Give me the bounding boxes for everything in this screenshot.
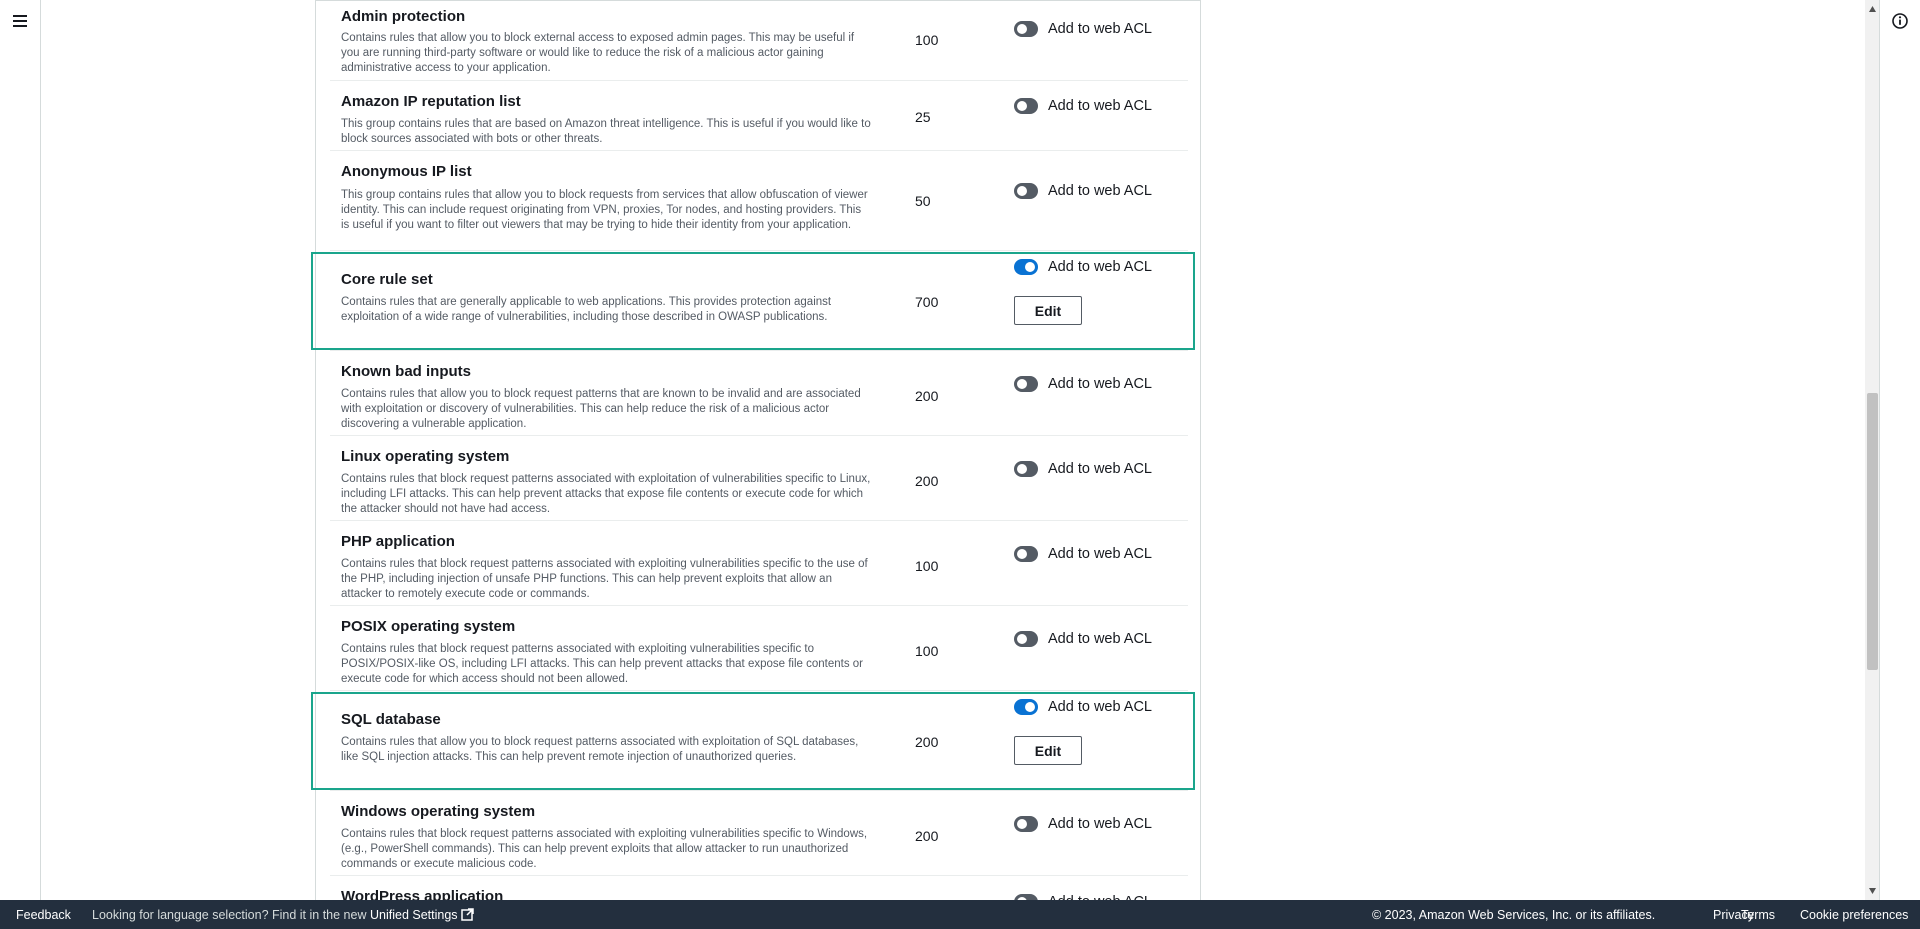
toggle-label: Add to web ACL xyxy=(1048,21,1152,37)
feedback-link[interactable]: Feedback xyxy=(16,908,71,922)
rule-group-title: Core rule set xyxy=(341,271,433,288)
toggle-label: Add to web ACL xyxy=(1048,183,1152,199)
toggle-label: Add to web ACL xyxy=(1048,546,1152,562)
rule-group-capacity: 100 xyxy=(915,558,939,574)
rule-group-description: Contains rules that block request patter… xyxy=(341,473,871,515)
add-to-web-acl-toggle[interactable]: Add to web ACL xyxy=(1014,461,1152,477)
rule-group-title: Known bad inputs xyxy=(341,363,471,380)
main-content: Admin protection Contains rules that all… xyxy=(41,0,1865,901)
rule-group-description: Contains rules that block request patter… xyxy=(341,828,868,870)
rule-group-row: Admin protection Contains rules that all… xyxy=(330,1,1188,81)
toggle-switch[interactable] xyxy=(1014,699,1038,715)
cookie-preferences-link[interactable]: Cookie preferences xyxy=(1800,908,1908,922)
rule-group-description: This group contains rules that are based… xyxy=(341,118,871,145)
toggle-label: Add to web ACL xyxy=(1048,259,1152,275)
rule-group-row: Amazon IP reputation list This group con… xyxy=(330,81,1188,151)
toggle-switch[interactable] xyxy=(1014,183,1038,199)
rule-group-title: PHP application xyxy=(341,533,455,550)
scrollbar-thumb[interactable] xyxy=(1867,393,1878,670)
external-link-icon xyxy=(460,908,474,921)
scroll-down-icon[interactable] xyxy=(1868,886,1877,895)
rule-group-capacity: 50 xyxy=(915,193,931,209)
rule-group-row: PHP application Contains rules that bloc… xyxy=(330,521,1188,606)
add-to-web-acl-toggle[interactable]: Add to web ACL xyxy=(1014,259,1152,275)
rule-group-row: Core rule set Contains rules that are ge… xyxy=(330,251,1188,351)
rule-group-description: This group contains rules that allow you… xyxy=(341,189,868,231)
rule-group-description: Contains rules that are generally applic… xyxy=(341,296,832,323)
rule-group-capacity: 200 xyxy=(915,734,939,750)
toggle-switch[interactable] xyxy=(1014,546,1038,562)
rule-group-description: Contains rules that allow you to block r… xyxy=(341,388,861,430)
left-navigation xyxy=(0,0,41,900)
edit-button[interactable]: Edit xyxy=(1014,296,1082,325)
toggle-switch[interactable] xyxy=(1014,259,1038,275)
info-icon[interactable] xyxy=(1891,12,1909,30)
rule-group-title: Windows operating system xyxy=(341,803,536,820)
unified-settings-label: Unified Settings xyxy=(369,908,458,922)
rule-group-description: Contains rules that block request patter… xyxy=(341,558,868,600)
toggle-switch[interactable] xyxy=(1014,98,1038,114)
rule-group-description: Contains rules that allow you to block r… xyxy=(341,736,859,763)
rule-group-row: POSIX operating system Contains rules th… xyxy=(330,606,1188,691)
terms-link[interactable]: Terms xyxy=(1741,908,1775,922)
console-footer: Feedback Looking for language selection?… xyxy=(0,900,1920,929)
toggle-switch[interactable] xyxy=(1014,816,1038,832)
rule-group-row: WordPress application Add to web ACL xyxy=(330,876,1188,901)
rule-group-title: Linux operating system xyxy=(341,448,510,465)
language-notice: Looking for language selection? Find it … xyxy=(92,908,474,922)
add-to-web-acl-toggle[interactable]: Add to web ACL xyxy=(1014,631,1152,647)
rule-group-title: Amazon IP reputation list xyxy=(341,93,521,110)
scroll-up-icon[interactable] xyxy=(1868,5,1877,14)
add-to-web-acl-toggle[interactable]: Add to web ACL xyxy=(1014,376,1152,392)
rule-group-capacity: 100 xyxy=(915,32,939,48)
rule-group-row: Anonymous IP list This group contains ru… xyxy=(330,151,1188,251)
toggle-label: Add to web ACL xyxy=(1048,631,1152,647)
rule-group-capacity: 200 xyxy=(915,388,939,404)
right-utility-rail xyxy=(1879,0,1920,900)
rule-group-capacity: 25 xyxy=(915,109,931,125)
add-to-web-acl-toggle[interactable]: Add to web ACL xyxy=(1014,21,1152,37)
managed-rule-groups-panel: Admin protection Contains rules that all… xyxy=(315,0,1201,901)
rule-group-capacity: 200 xyxy=(915,828,939,844)
add-to-web-acl-toggle[interactable]: Add to web ACL xyxy=(1014,98,1152,114)
rule-group-title: Admin protection xyxy=(341,8,466,25)
toggle-label: Add to web ACL xyxy=(1048,461,1152,477)
language-notice-text: Looking for language selection? Find it … xyxy=(92,908,367,922)
copyright-notice: © 2023, Amazon Web Services, Inc. or its… xyxy=(1372,908,1656,922)
unified-settings-link[interactable]: Unified Settings xyxy=(370,908,474,922)
rule-group-row: Windows operating system Contains rules … xyxy=(330,791,1188,876)
rule-group-description: Contains rules that block request patter… xyxy=(341,643,864,685)
toggle-switch[interactable] xyxy=(1014,461,1038,477)
toggle-label: Add to web ACL xyxy=(1048,816,1152,832)
toggle-switch[interactable] xyxy=(1014,376,1038,392)
add-to-web-acl-toggle[interactable]: Add to web ACL xyxy=(1014,816,1152,832)
rule-group-capacity: 200 xyxy=(915,473,939,489)
toggle-switch[interactable] xyxy=(1014,631,1038,647)
rule-group-row: Linux operating system Contains rules th… xyxy=(330,436,1188,521)
menu-icon[interactable] xyxy=(12,13,28,29)
toggle-switch[interactable] xyxy=(1014,21,1038,37)
toggle-label: Add to web ACL xyxy=(1048,376,1152,392)
rule-group-row: Known bad inputs Contains rules that all… xyxy=(330,351,1188,436)
rule-group-capacity: 100 xyxy=(915,643,939,659)
vertical-scrollbar[interactable] xyxy=(1865,0,1880,900)
toggle-label: Add to web ACL xyxy=(1048,699,1152,715)
rule-group-description: Contains rules that allow you to block e… xyxy=(341,32,855,74)
rule-group-capacity: 700 xyxy=(915,294,939,310)
rule-group-title: POSIX operating system xyxy=(341,618,516,635)
add-to-web-acl-toggle[interactable]: Add to web ACL xyxy=(1014,183,1152,199)
add-to-web-acl-toggle[interactable]: Add to web ACL xyxy=(1014,546,1152,562)
toggle-label: Add to web ACL xyxy=(1048,98,1152,114)
edit-button[interactable]: Edit xyxy=(1014,736,1082,765)
rule-group-row: SQL database Contains rules that allow y… xyxy=(330,691,1188,791)
rule-group-title: SQL database xyxy=(341,711,441,728)
rule-group-title: Anonymous IP list xyxy=(341,163,472,180)
add-to-web-acl-toggle[interactable]: Add to web ACL xyxy=(1014,699,1152,715)
